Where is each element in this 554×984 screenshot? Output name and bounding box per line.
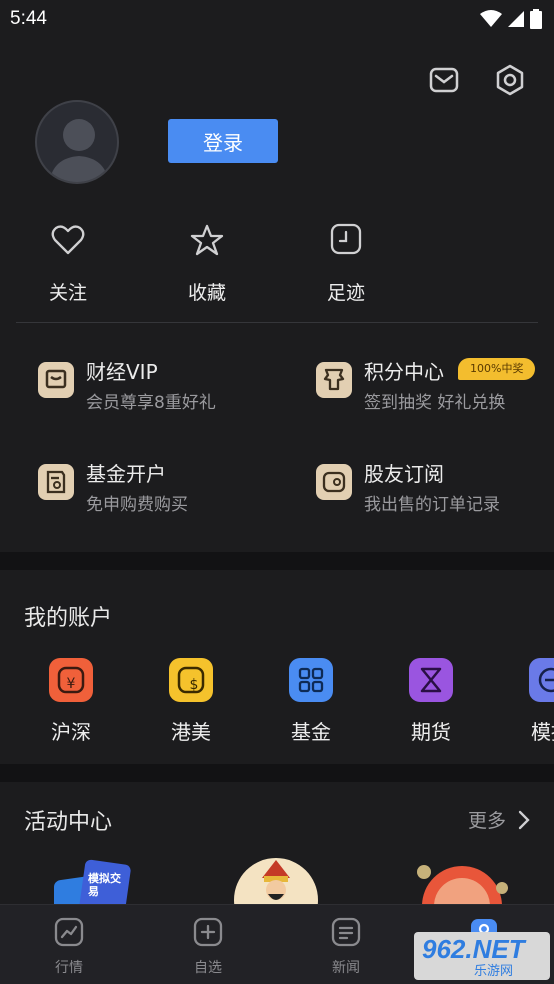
- quick-link-follow[interactable]: 关注: [28, 222, 108, 305]
- service-title: 股友订阅: [364, 462, 444, 486]
- account-item-fund[interactable]: 基金: [271, 658, 351, 745]
- lottery-wheel-icon: [417, 865, 508, 904]
- nav-label: 自选: [194, 960, 222, 976]
- battery-icon: [530, 9, 542, 29]
- login-button[interactable]: 登录: [168, 119, 278, 163]
- status-icons: [480, 9, 542, 29]
- activity-banner-lottery[interactable]: [416, 862, 516, 904]
- service-title: 积分中心: [364, 360, 444, 384]
- account-item-label: 期货: [411, 720, 451, 744]
- hourglass-icon: [409, 658, 453, 702]
- simulation-icon: [529, 658, 554, 702]
- account-item-simulation[interactable]: 模拟: [511, 658, 554, 745]
- service-subtitle: 我出售的订单记录: [364, 495, 500, 515]
- star-icon: [190, 224, 224, 256]
- account-item-label: 港美: [171, 720, 211, 744]
- grid-icon: [289, 658, 333, 702]
- activity-section: 活动中心 更多 模拟交易: [0, 782, 554, 904]
- vip-icon: [38, 362, 74, 398]
- account-title: 我的账户: [24, 606, 113, 631]
- more-label: 更多: [467, 810, 506, 832]
- avatar[interactable]: [35, 100, 119, 184]
- nav-item-market[interactable]: 行情: [29, 917, 109, 977]
- signal-icon: [508, 11, 524, 27]
- news-icon: [331, 917, 361, 947]
- activity-title: 活动中心: [24, 810, 113, 835]
- fortune-god-icon: [234, 858, 318, 904]
- service-subtitle: 签到抽奖 好礼兑换: [364, 393, 506, 413]
- service-subscription[interactable]: 股友订阅 我出售的订单记录: [316, 458, 554, 518]
- profile-top-actions: [428, 64, 526, 96]
- profile-section: 登录 关注 收藏 足迹 财经VIP 会员尊享8重好礼 积分中心 签到抽奖 好礼兑…: [0, 40, 554, 552]
- quick-link-favorites[interactable]: 收藏: [167, 222, 247, 305]
- nav-item-watchlist[interactable]: 自选: [168, 917, 248, 977]
- quick-link-label: 关注: [48, 282, 87, 304]
- account-section: 我的账户 ¥ 沪深 $ 港美 基金 期货 模拟: [0, 570, 554, 764]
- quick-link-label: 收藏: [187, 282, 226, 304]
- activity-banner-text: 模拟交易: [88, 872, 121, 898]
- divider: [16, 322, 538, 323]
- account-item-label: 基金: [291, 720, 331, 744]
- nav-label: 新闻: [332, 960, 360, 976]
- svg-text:$: $: [190, 677, 199, 693]
- account-item-futures[interactable]: 期货: [391, 658, 471, 745]
- watermark-logo: 962.NET 乐游网: [414, 932, 550, 980]
- nav-label: 行情: [55, 960, 83, 976]
- yuan-icon: ¥: [49, 658, 93, 702]
- mail-icon[interactable]: [428, 64, 460, 96]
- prize-badge: 100%中奖: [458, 358, 536, 380]
- service-title: 基金开户: [86, 462, 166, 486]
- points-icon: [316, 362, 352, 398]
- status-time: 5:44: [10, 8, 47, 29]
- service-vip[interactable]: 财经VIP 会员尊享8重好礼: [38, 356, 288, 416]
- account-item-label: 模拟: [531, 720, 554, 744]
- wifi-icon: [480, 10, 502, 27]
- account-item-hk-us[interactable]: $ 港美: [151, 658, 231, 745]
- quick-link-label: 足迹: [326, 282, 365, 304]
- svg-text:¥: ¥: [67, 676, 76, 692]
- service-subtitle: 免申购费购买: [86, 495, 188, 515]
- clock-icon: [330, 223, 362, 255]
- quick-link-history[interactable]: 足迹: [306, 222, 386, 305]
- heart-icon: [51, 225, 85, 255]
- service-subtitle: 会员尊享8重好礼: [86, 393, 216, 413]
- status-bar: 5:44: [0, 0, 554, 40]
- add-icon: [193, 917, 223, 947]
- activity-banner-fortune[interactable]: [234, 856, 318, 904]
- fund-account-icon: [38, 464, 74, 500]
- service-title: 财经VIP: [86, 360, 158, 384]
- more-link[interactable]: 更多: [468, 806, 530, 833]
- account-item-label: 沪深: [51, 720, 91, 744]
- activity-banner-simulation[interactable]: 模拟交易: [50, 858, 134, 904]
- settings-icon[interactable]: [494, 64, 526, 96]
- default-avatar-icon: [49, 119, 109, 182]
- chart-icon: [54, 917, 84, 947]
- chevron-right-icon: [518, 810, 530, 829]
- account-item-shsz[interactable]: ¥ 沪深: [31, 658, 111, 745]
- nav-item-news[interactable]: 新闻: [306, 917, 386, 977]
- subscription-icon: [316, 464, 352, 500]
- dollar-icon: $: [169, 658, 213, 702]
- watermark-sub: 乐游网: [474, 964, 514, 979]
- service-fund-account[interactable]: 基金开户 免申购费购买: [38, 458, 288, 518]
